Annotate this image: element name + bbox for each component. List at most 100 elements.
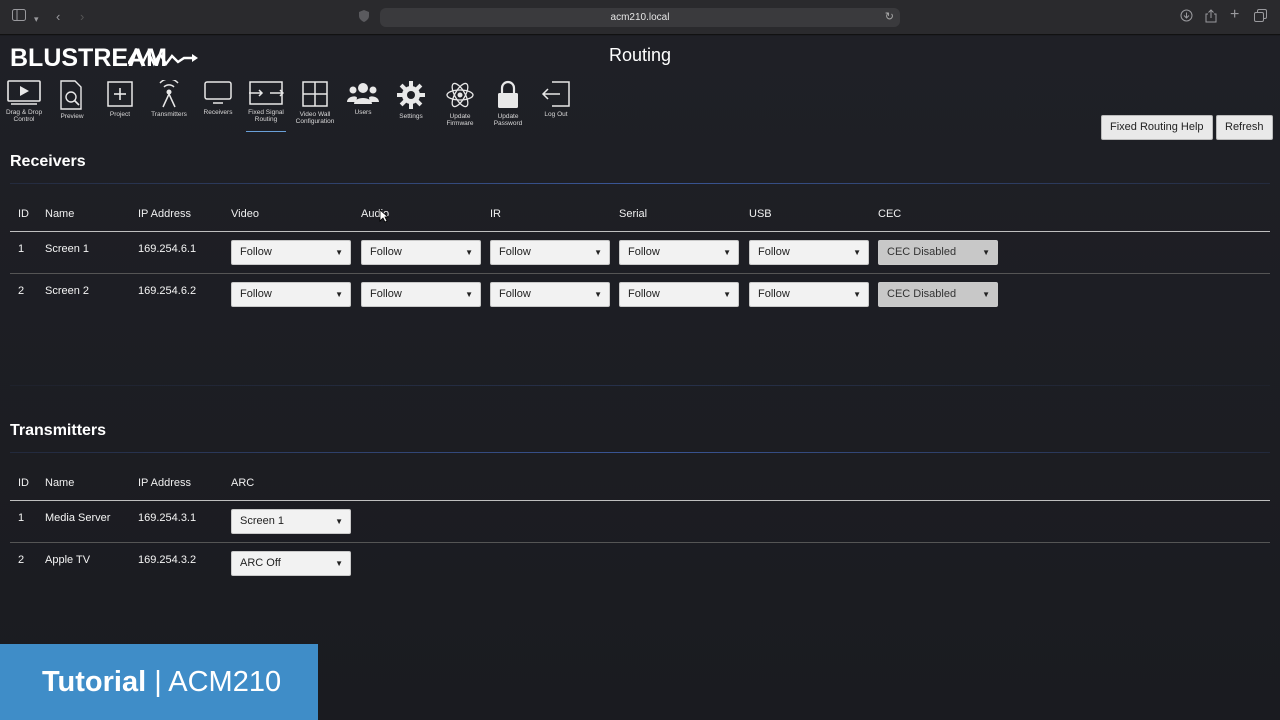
serial-select[interactable]: Follow ▼ [619, 282, 739, 307]
monitor-icon [204, 81, 232, 104]
video-select[interactable]: Follow ▼ [231, 282, 351, 307]
sidebar-toggle-icon[interactable] [12, 9, 26, 25]
caret-down-icon: ▼ [723, 248, 731, 257]
nav-label: Log Out [544, 111, 568, 118]
transmitter-name: Media Server [45, 512, 111, 524]
receiver-id: 1 [18, 243, 25, 255]
nav-label: Users [354, 109, 372, 116]
serial-select[interactable]: Follow ▼ [619, 240, 739, 265]
column-header: ARC [231, 477, 255, 489]
caret-down-icon: ▼ [335, 517, 343, 526]
share-icon[interactable] [1205, 9, 1217, 27]
nav-label: Video Wall Configuration [295, 111, 335, 125]
lock-icon [498, 80, 518, 108]
header-rule [10, 500, 1270, 501]
receiver-ip: 169.254.6.2 [138, 285, 197, 297]
nav-preview[interactable]: Preview [48, 80, 96, 120]
row-rule [10, 273, 1270, 274]
download-icon[interactable] [1180, 9, 1193, 26]
column-header: Serial [619, 208, 648, 220]
nav-settings[interactable]: Settings [387, 80, 435, 120]
ir-select[interactable]: Follow ▼ [490, 282, 610, 307]
users-icon [347, 83, 379, 104]
nav-label: Project [109, 111, 131, 118]
fixed-routing-help-button[interactable]: Fixed Routing Help [1101, 115, 1213, 140]
nav-update-password[interactable]: Update Password [484, 80, 532, 127]
cec-select[interactable]: CEC Disabled ▼ [878, 282, 998, 307]
transmitter-ip: 169.254.3.2 [138, 554, 197, 566]
caret-down-icon: ▼ [335, 559, 343, 568]
row-rule [10, 542, 1270, 543]
column-header: Video [231, 208, 259, 220]
nav-label: Update Password [493, 113, 523, 127]
select-value: Follow [370, 288, 402, 300]
column-header: IR [490, 208, 501, 220]
column-header: Name [45, 208, 75, 220]
transmitter-ip: 169.254.3.1 [138, 512, 197, 524]
select-value: CEC Disabled [887, 246, 957, 258]
grid-icon [302, 81, 328, 107]
caret-down-icon: ▼ [982, 248, 990, 257]
nav-drag-drop-control[interactable]: Drag & Drop Control [0, 80, 48, 123]
column-header: ID [18, 208, 29, 220]
caret-down-icon: ▼ [853, 248, 861, 257]
add-box-icon [107, 81, 133, 107]
browser-toolbar: ▾ ‹ › acm210.local ↻ + [0, 0, 1280, 35]
select-value: Follow [370, 246, 402, 258]
audio-select[interactable]: Follow ▼ [361, 240, 481, 265]
back-icon[interactable]: ‹ [56, 9, 60, 25]
forward-icon[interactable]: › [80, 9, 84, 25]
caret-down-icon: ▼ [594, 290, 602, 299]
usb-select[interactable]: Follow ▼ [749, 240, 869, 265]
blustream-logo: BLUSTREAM [10, 44, 198, 73]
nav-users[interactable]: Users [339, 80, 387, 116]
chevron-down-icon[interactable]: ▾ [34, 11, 39, 27]
reload-icon[interactable]: ↻ [885, 8, 894, 27]
receiver-name: Screen 2 [45, 285, 90, 297]
column-header: IP Address [138, 208, 191, 220]
select-value: Follow [628, 288, 660, 300]
column-header: CEC [878, 208, 902, 220]
arc-select[interactable]: ARC Off ▼ [231, 551, 351, 576]
banner-brand: Tutorial [42, 666, 147, 698]
address-bar[interactable]: acm210.local ↻ [380, 8, 900, 27]
nav-video-wall-configuration[interactable]: Video Wall Configuration [291, 80, 339, 125]
video-select[interactable]: Follow ▼ [231, 240, 351, 265]
caret-down-icon: ▼ [465, 248, 473, 257]
transmitters-title: Transmitters [10, 422, 107, 439]
caret-down-icon: ▼ [853, 290, 861, 299]
refresh-button[interactable]: Refresh [1216, 115, 1273, 140]
nav-label: Drag & Drop Control [5, 109, 43, 123]
header-rule [10, 231, 1270, 232]
nav-fixed-signal-routing[interactable]: Fixed Signal Routing [242, 80, 290, 132]
cec-select[interactable]: CEC Disabled ▼ [878, 240, 998, 265]
new-tab-icon[interactable]: + [1230, 7, 1239, 23]
nav-label: Receivers [203, 109, 233, 116]
nav-label: Settings [399, 113, 423, 120]
document-search-icon [60, 80, 82, 110]
section-divider [10, 452, 1270, 453]
antenna-icon [159, 80, 179, 108]
nav-log-out[interactable]: Log Out [532, 80, 580, 118]
nav-update-firmware[interactable]: Update Firmware [436, 80, 484, 127]
nav-label: Transmitters [151, 111, 187, 118]
select-value: Follow [758, 246, 790, 258]
caret-down-icon: ▼ [723, 290, 731, 299]
nav-label: Update Firmware [446, 113, 474, 127]
arc-select[interactable]: Screen 1 ▼ [231, 509, 351, 534]
caret-down-icon: ▼ [465, 290, 473, 299]
select-value: Follow [628, 246, 660, 258]
select-value: Follow [499, 288, 531, 300]
audio-select[interactable]: Follow ▼ [361, 282, 481, 307]
select-value: Follow [499, 246, 531, 258]
nav-receivers[interactable]: Receivers [194, 80, 242, 116]
tabs-overview-icon[interactable] [1254, 9, 1267, 26]
nav-transmitters[interactable]: Transmitters [145, 80, 193, 118]
usb-select[interactable]: Follow ▼ [749, 282, 869, 307]
ir-select[interactable]: Follow ▼ [490, 240, 610, 265]
gear-icon [397, 81, 425, 109]
play-screen-icon [7, 80, 41, 105]
nav-project[interactable]: Project [96, 80, 144, 118]
nav-label: Fixed Signal Routing [248, 109, 284, 123]
select-value: ARC Off [240, 557, 281, 569]
